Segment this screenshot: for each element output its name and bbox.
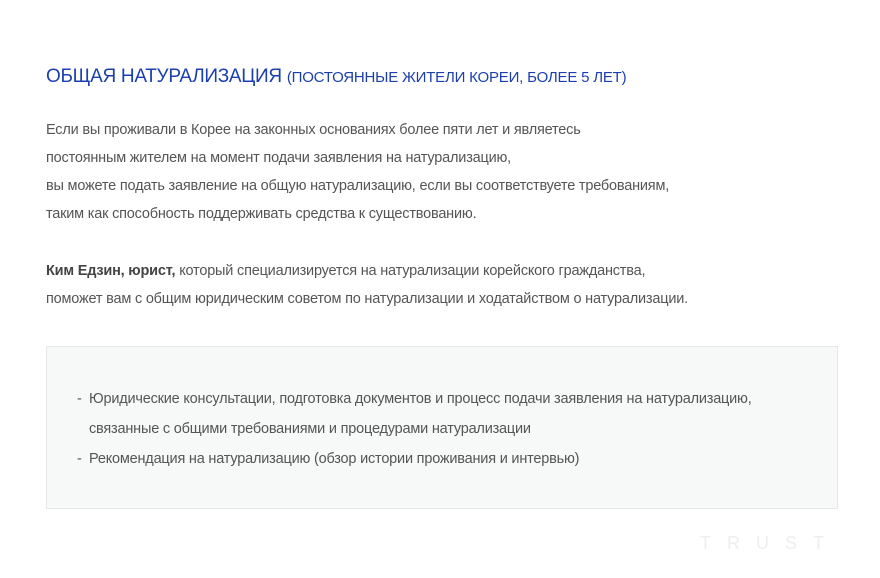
title-main: ОБЩАЯ НАТУРАЛИЗАЦИЯ (46, 66, 282, 87)
service-item-text-continued: связанные с общими требованиями и процед… (89, 421, 531, 437)
lawyer-line-text: который специализируется на натурализаци… (175, 263, 646, 279)
list-dash: - (77, 391, 82, 407)
services-box: - Юридические консультации, подготовка до… (46, 346, 838, 509)
intro-line: вы можете подать заявление на общую нату… (46, 178, 670, 194)
intro-line: Если вы проживали в Корее на законных ос… (46, 122, 581, 138)
service-item: - Рекомендация на натурализацию (обзор ис… (77, 444, 752, 474)
intro-paragraph: Если вы проживали в Корее на законных ос… (46, 116, 669, 228)
intro-line: таким как способность поддерживать средс… (46, 206, 477, 222)
lawyer-name: Ким Едзин, юрист, (46, 263, 176, 279)
service-item-text: Юридические консультации, подготовка док… (89, 391, 752, 407)
list-dash: - (77, 451, 82, 467)
trust-watermark: TRUST (700, 533, 840, 553)
page-title: ОБЩАЯ НАТУРАЛИЗАЦИЯ (ПОСТОЯННЫЕ ЖИТЕЛИ К… (46, 66, 627, 88)
lawyer-line: Ким Едзин, юрист, который специализирует… (46, 257, 688, 285)
lawyer-line: поможет вам с общим юридическим советом … (46, 291, 688, 307)
lawyer-paragraph: Ким Едзин, юрист, который специализирует… (46, 257, 688, 313)
services-list: - Юридические консультации, подготовка до… (77, 384, 752, 474)
title-subtitle: (ПОСТОЯННЫЕ ЖИТЕЛИ КОРЕИ, БОЛЕЕ 5 ЛЕТ) (286, 69, 627, 86)
service-item-text: Рекомендация на натурализацию (обзор ист… (89, 451, 580, 467)
service-item: - Юридические консультации, подготовка до… (77, 384, 752, 444)
intro-line: постоянным жителем на момент подачи заяв… (46, 150, 512, 166)
